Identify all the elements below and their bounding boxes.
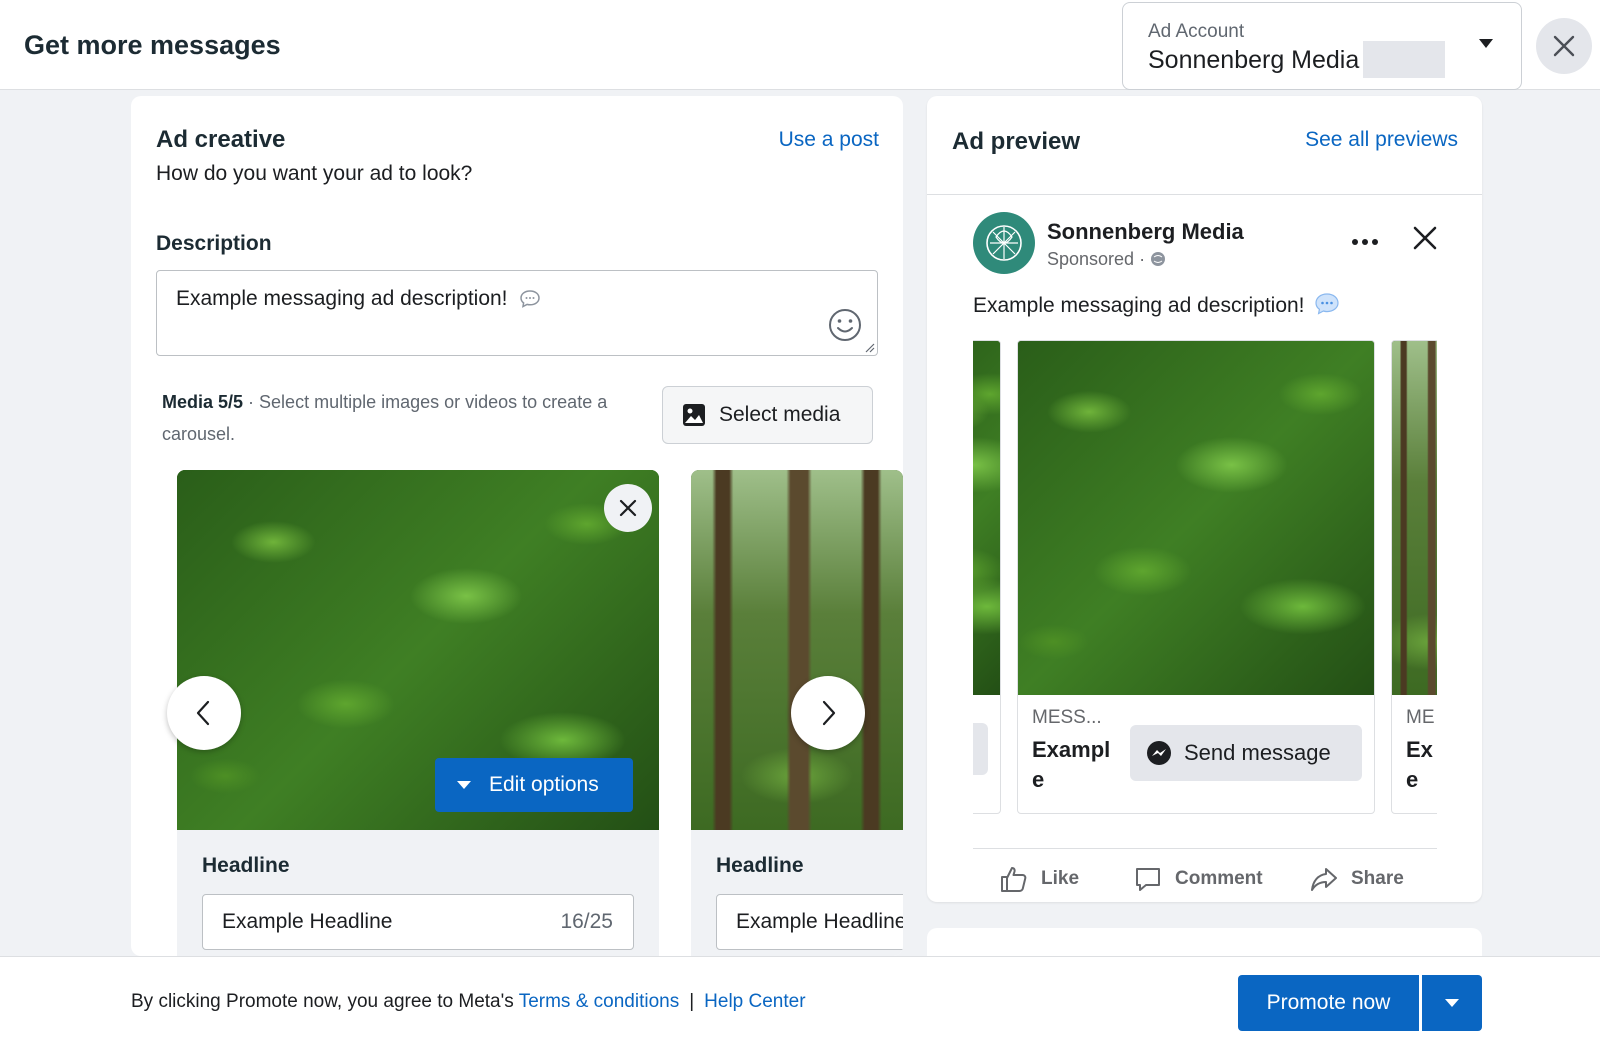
- top-header: Get more messages Ad Account Sonnenberg …: [0, 0, 1600, 90]
- ad-account-label: Ad Account: [1148, 21, 1245, 42]
- close-icon: [619, 499, 637, 517]
- ad-creative-subtitle: How do you want your ad to look?: [156, 162, 473, 185]
- chevron-down-icon: [1479, 39, 1493, 48]
- share-label: Share: [1351, 868, 1404, 889]
- close-dialog-button[interactable]: [1536, 18, 1592, 74]
- caret-down-icon: [457, 781, 471, 789]
- fern-image: [1018, 341, 1374, 695]
- post-text-value: Example messaging ad description!: [973, 294, 1305, 317]
- card-title: Exampl e: [1032, 737, 1111, 792]
- cta-button-partial: [973, 723, 988, 775]
- character-counter: 16/25: [560, 910, 613, 933]
- emoji-icon[interactable]: [827, 307, 863, 343]
- ad-preview-title: Ad preview: [952, 128, 1081, 155]
- carousel-card-next[interactable]: ME Ex e: [1391, 340, 1437, 814]
- close-icon[interactable]: [1413, 226, 1437, 250]
- headline-value: Example Headline: [736, 910, 903, 933]
- edit-options-label: Edit options: [489, 773, 599, 796]
- terms-link[interactable]: Terms & conditions: [519, 991, 680, 1012]
- headline-input[interactable]: Example Headline: [716, 894, 903, 950]
- ad-account-select[interactable]: Ad Account Sonnenberg Media: [1122, 2, 1522, 90]
- more-options-icon[interactable]: [1351, 238, 1379, 246]
- messenger-icon: [1147, 741, 1171, 765]
- see-all-previews-link[interactable]: See all previews: [1305, 128, 1458, 152]
- resize-handle-icon[interactable]: [863, 341, 875, 353]
- page-title: Get more messages: [24, 30, 281, 60]
- chevron-right-icon: [822, 700, 836, 726]
- carousel-prev-button[interactable]: [167, 676, 241, 750]
- ad-preview-card: Ad preview See all previews Sonnenberg M…: [927, 96, 1482, 902]
- card-subtitle: MESS...: [1032, 707, 1102, 728]
- agreement-text: By clicking Promote now, you agree to Me…: [131, 991, 806, 1013]
- divider: [973, 848, 1437, 849]
- footer-bar: By clicking Promote now, you agree to Me…: [0, 956, 1600, 1039]
- comment-label: Comment: [1175, 868, 1263, 889]
- sponsored-label: Sponsored ·: [1047, 249, 1166, 270]
- separator: |: [689, 991, 695, 1012]
- like-label: Like: [1041, 868, 1080, 889]
- share-icon: [1311, 868, 1337, 891]
- headline-label: Headline: [716, 854, 804, 877]
- fern-image: [973, 341, 1000, 695]
- media-info: Media 5/5 · Select multiple images or vi…: [162, 386, 642, 450]
- ad-creative-card: Ad creative Use a post How do you want y…: [131, 96, 903, 956]
- thumbs-up-icon: [1001, 867, 1027, 892]
- redacted-block: [1363, 41, 1445, 78]
- send-message-button[interactable]: Send message: [1130, 725, 1362, 781]
- globe-icon: [1151, 252, 1166, 266]
- carousel-card-prev[interactable]: [973, 340, 1001, 814]
- carousel-next-button[interactable]: [791, 676, 865, 750]
- headline-value: Example Headline: [222, 910, 393, 933]
- card-title: Ex e: [1406, 737, 1433, 792]
- close-icon: [1553, 35, 1575, 57]
- post-text: Example messaging ad description!: [973, 292, 1340, 318]
- select-media-button[interactable]: Select media: [662, 386, 873, 444]
- card-subtitle: ME: [1406, 707, 1435, 728]
- edit-options-button[interactable]: Edit options: [435, 758, 633, 812]
- preview-carousel: MESS... Exampl e Send message ME Ex e: [973, 340, 1437, 814]
- comment-button[interactable]: Comment: [1133, 864, 1263, 894]
- media-count: Media 5/5: [162, 392, 244, 412]
- speech-bubble-icon: [520, 290, 541, 309]
- description-value: Example messaging ad description!: [176, 287, 541, 311]
- description-text: Example messaging ad description!: [176, 287, 508, 310]
- headline-input[interactable]: Example Headline 16/25: [202, 894, 634, 950]
- select-media-label: Select media: [719, 403, 841, 426]
- page-name[interactable]: Sonnenberg Media: [1047, 219, 1244, 245]
- ad-creative-title: Ad creative: [156, 126, 286, 153]
- help-center-link[interactable]: Help Center: [704, 991, 805, 1012]
- media-card: Edit options Headline Example Headline 1…: [177, 470, 659, 956]
- photo-icon: [683, 404, 705, 426]
- promote-options-button[interactable]: [1422, 975, 1482, 1031]
- headline-label: Headline: [202, 854, 290, 877]
- agreement-sentence: By clicking Promote now, you agree to Me…: [131, 991, 519, 1012]
- description-field[interactable]: Example messaging ad description!: [156, 270, 878, 356]
- forest-image: [1392, 341, 1437, 695]
- leaf-logo-icon: [986, 225, 1022, 261]
- comment-icon: [1136, 868, 1160, 891]
- ad-account-value: Sonnenberg Media: [1148, 46, 1360, 74]
- chevron-left-icon: [196, 700, 210, 726]
- caret-down-icon: [1445, 999, 1459, 1007]
- forest-image: [691, 470, 903, 830]
- carousel-card-main[interactable]: MESS... Exampl e Send message: [1017, 340, 1375, 814]
- divider: [927, 194, 1482, 195]
- share-button[interactable]: Share: [1309, 864, 1404, 894]
- sponsored-text: Sponsored ·: [1047, 249, 1151, 269]
- description-label: Description: [156, 232, 272, 255]
- page-avatar: [973, 212, 1035, 274]
- use-a-post-link[interactable]: Use a post: [779, 128, 879, 152]
- promote-now-button[interactable]: Promote now: [1238, 975, 1419, 1031]
- speech-bubble-icon: [1315, 293, 1339, 315]
- like-button[interactable]: Like: [999, 864, 1079, 894]
- remove-media-button[interactable]: [604, 484, 652, 532]
- send-message-label: Send message: [1184, 740, 1331, 765]
